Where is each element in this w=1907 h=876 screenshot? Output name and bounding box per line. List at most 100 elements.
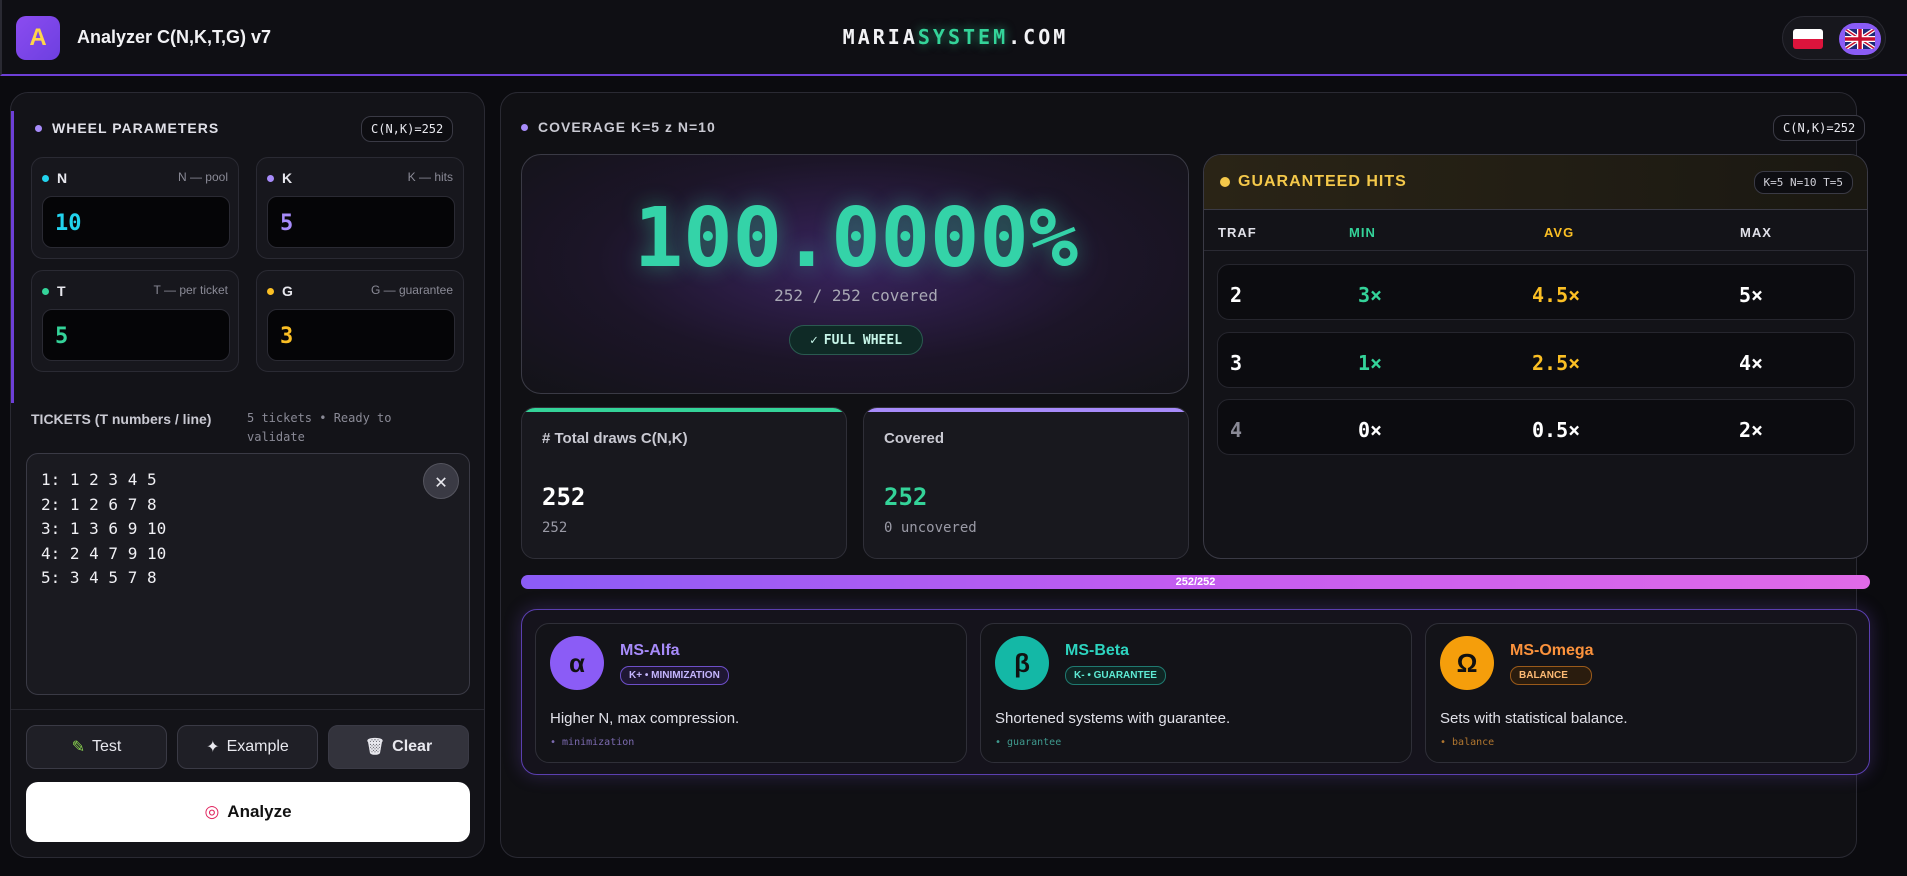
- hits-min: 3×: [1358, 283, 1383, 307]
- total-draws-sub: 252: [542, 520, 568, 536]
- g-input[interactable]: 3: [267, 309, 455, 361]
- card-accent-bar: [522, 408, 846, 412]
- wheel-parameters-title: WHEEL PARAMETERS: [52, 120, 220, 136]
- language-switcher: [1782, 16, 1886, 60]
- system-tag: K+ • MINIMIZATION: [620, 666, 729, 685]
- ticket-line: 5: 3 4 5 7 8: [41, 568, 157, 587]
- param-card-g: G G — guarantee 3: [256, 270, 464, 372]
- system-card-alfa[interactable]: α MS-Alfa K+ • MINIMIZATION Higher N, ma…: [535, 623, 967, 763]
- flag-pl-button[interactable]: [1787, 23, 1829, 55]
- param-label-n: N: [42, 170, 67, 186]
- t-input[interactable]: 5: [42, 309, 230, 361]
- hits-title: GUARANTEED HITS: [1220, 173, 1407, 191]
- hits-avg: 4.5×: [1532, 283, 1581, 307]
- section-dot-icon: [521, 123, 528, 131]
- system-name: MS-Beta: [1065, 642, 1130, 659]
- param-hint-t: T — per ticket: [153, 283, 228, 297]
- clear-button[interactable]: 🗑 Clear: [328, 725, 469, 769]
- hits-traf: 4: [1230, 418, 1243, 442]
- k-input[interactable]: 5: [267, 196, 455, 248]
- coverage-title: COVERAGE K=5 z N=10: [538, 119, 716, 135]
- param-label-k: K: [267, 170, 292, 186]
- example-button-label: Example: [226, 738, 289, 755]
- col-max: MAX: [1740, 225, 1772, 240]
- full-wheel-badge: ✓ FULL WHEEL: [789, 325, 923, 355]
- coverage-progress-bar: 252/252: [521, 575, 1870, 589]
- hits-avg: 0.5×: [1532, 418, 1581, 442]
- omega-icon: Ω: [1440, 636, 1494, 690]
- param-hint-n: N — pool: [177, 170, 228, 184]
- param-g-label: G: [282, 283, 293, 299]
- analyze-button[interactable]: ◎ Analyze: [26, 782, 470, 842]
- param-card-t: T T — per ticket 5: [31, 270, 239, 372]
- covered-value: 252: [884, 483, 928, 511]
- system-tag: K- • GUARANTEE: [1065, 666, 1166, 685]
- card-accent-bar: [864, 408, 1188, 412]
- param-n-label: N: [57, 170, 68, 186]
- hits-max: 2×: [1739, 418, 1764, 442]
- uk-flag-icon: [1845, 29, 1875, 49]
- coin-icon: [1220, 177, 1230, 187]
- hits-row: 4 0× 0.5× 2×: [1217, 399, 1855, 455]
- dot-icon: [42, 174, 49, 182]
- param-t-label: T: [57, 283, 66, 299]
- hits-min: 1×: [1358, 351, 1383, 375]
- test-button[interactable]: ✎ Test: [26, 725, 167, 769]
- tickets-title: TICKETS (T numbers / line): [31, 411, 212, 427]
- analyze-button-label: Analyze: [227, 802, 292, 821]
- app-header: A Analyzer C(N,K,T,G) v7 MARIASYSTEM.COM: [0, 0, 1907, 76]
- hits-row: 2 3× 4.5× 5×: [1217, 264, 1855, 320]
- wheel-parameters-heading: WHEEL PARAMETERS: [35, 120, 219, 136]
- param-hint-k: K — hits: [407, 170, 453, 184]
- full-wheel-label: FULL WHEEL: [823, 332, 903, 348]
- param-hint-g: G — guarantee: [370, 283, 453, 297]
- covered-sub: 0 uncovered: [884, 520, 977, 536]
- brand-prefix: MARIA: [842, 25, 918, 49]
- clear-tickets-button[interactable]: ✕: [423, 463, 459, 499]
- brand-title: MARIASYSTEM.COM: [2, 25, 1907, 49]
- coverage-covered-text: 252 / 252 covered: [774, 286, 938, 305]
- dot-icon: [42, 287, 49, 295]
- divider: [11, 709, 484, 710]
- ticket-line: 2: 1 2 6 7 8: [41, 494, 157, 514]
- hits-header: GUARANTEED HITS K=5 N=10 T=5: [1204, 155, 1867, 210]
- ticket-line: 4: 2 4 7 9 10: [41, 543, 167, 563]
- sparkle-icon: ✦: [206, 739, 220, 756]
- system-card-beta[interactable]: β MS-Beta K- • GUARANTEE Shortened syste…: [980, 623, 1412, 763]
- system-card-omega[interactable]: Ω MS-Omega BALANCE Sets with statistical…: [1425, 623, 1857, 763]
- pencil-icon: ✎: [71, 739, 86, 756]
- hits-max: 5×: [1739, 283, 1764, 307]
- n-input[interactable]: 10: [42, 196, 230, 248]
- check-icon: ✓: [809, 332, 818, 348]
- system-description: Higher N, max compression.: [550, 710, 740, 727]
- hits-traf: 2: [1230, 283, 1243, 307]
- hits-badge: K=5 N=10 T=5: [1753, 171, 1853, 194]
- covered-card: Covered 252 0 uncovered: [863, 407, 1189, 559]
- coverage-percent: 100.0000%: [633, 191, 1079, 286]
- system-note: • balance: [1440, 737, 1495, 748]
- system-note: • minimization: [550, 737, 635, 748]
- coverage-percent-card: 100.0000% 252 / 252 covered ✓ FULL WHEEL: [521, 154, 1189, 394]
- parameters-panel: WHEEL PARAMETERS C(N,K)=252 N N — pool 1…: [10, 92, 485, 858]
- system-description: Shortened systems with guarantee.: [995, 710, 1231, 727]
- hits-column-headers: TRAF MIN AVG MAX: [1204, 210, 1867, 251]
- col-traf: TRAF: [1218, 225, 1257, 240]
- hits-max: 4×: [1739, 351, 1764, 375]
- cnk-badge: C(N,K)=252: [361, 116, 454, 142]
- example-button[interactable]: ✦ Example: [177, 725, 318, 769]
- flag-en-button[interactable]: [1839, 23, 1881, 55]
- coverage-cnk-badge: C(N,K)=252: [1773, 115, 1866, 141]
- covered-label: Covered: [884, 430, 945, 447]
- hits-traf: 3: [1230, 351, 1243, 375]
- hits-min: 0×: [1358, 418, 1383, 442]
- results-panel: COVERAGE K=5 z N=10 C(N,K)=252 100.0000%…: [500, 92, 1870, 858]
- progress-label: 252/252: [1175, 576, 1216, 588]
- dot-icon: [267, 287, 274, 295]
- ticket-line: 1: 1 2 3 4 5: [41, 470, 157, 489]
- system-name: MS-Alfa: [620, 642, 680, 659]
- brand-accent: SYSTEM: [917, 25, 1009, 49]
- tickets-status: 5 tickets • Ready to validate: [247, 411, 392, 444]
- test-button-label: Test: [92, 738, 122, 755]
- dot-icon: [267, 174, 274, 182]
- tickets-textarea[interactable]: 1: 1 2 3 4 5 2: 1 2 6 7 8 3: 1 3 6 9 10 …: [26, 453, 470, 695]
